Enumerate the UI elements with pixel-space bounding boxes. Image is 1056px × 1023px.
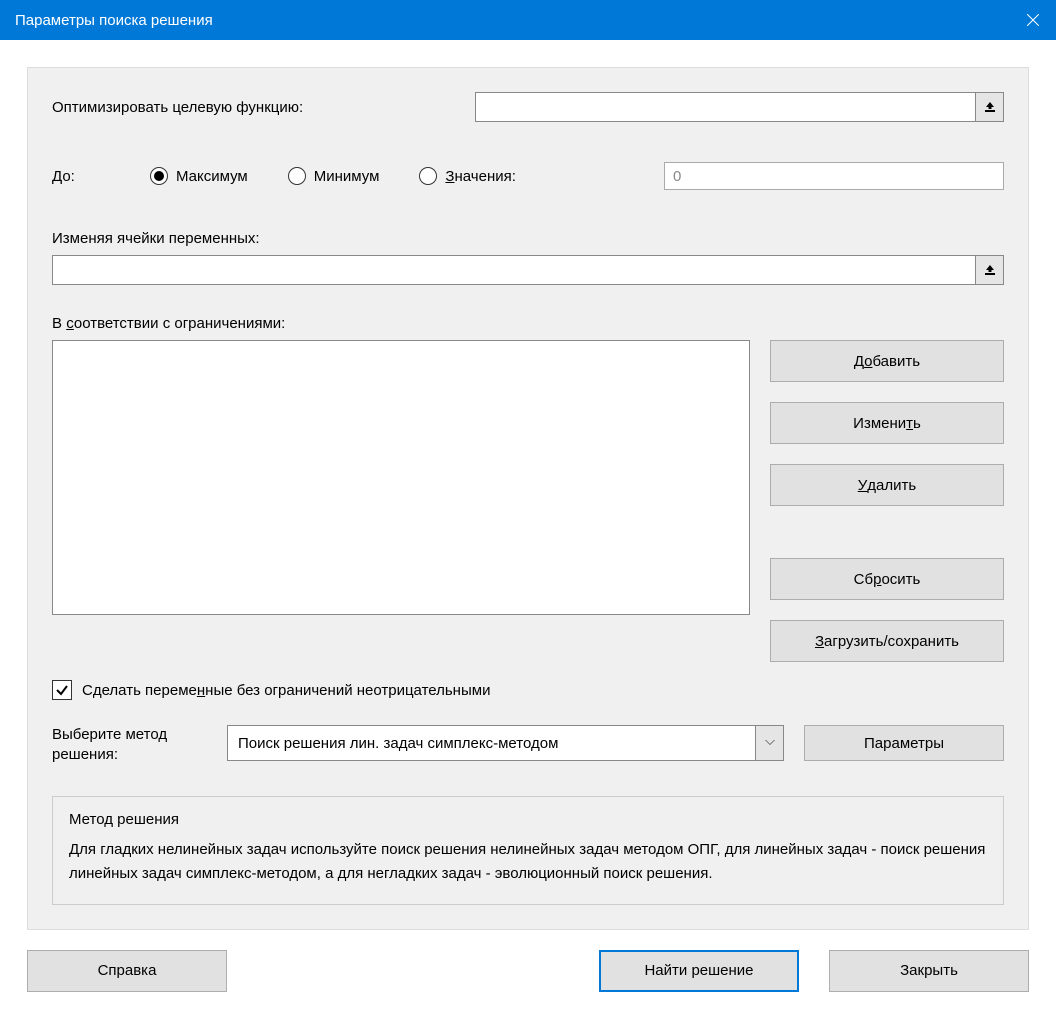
params-button[interactable]: Параметры	[804, 725, 1004, 761]
method-select[interactable]: Поиск решения лин. задач симплекс-методо…	[227, 725, 784, 761]
radio-value[interactable]: Значения:	[419, 167, 515, 185]
radio-icon	[419, 167, 437, 185]
help-button[interactable]: Справка	[27, 950, 227, 992]
collapse-dialog-icon	[984, 101, 996, 113]
method-label: Выберите метод решения:	[52, 725, 207, 766]
radio-max-label: Максимум	[176, 168, 248, 185]
method-help-body: Для гладких нелинейных задач используйте…	[69, 838, 987, 886]
method-help-title: Метод решения	[69, 811, 987, 828]
vars-ref-button[interactable]	[976, 255, 1004, 285]
radio-min[interactable]: Минимум	[288, 167, 380, 185]
to-label: До:	[52, 168, 142, 185]
checkmark-icon	[55, 683, 69, 697]
add-button[interactable]: Добавить	[770, 340, 1004, 382]
radio-max[interactable]: Максимум	[150, 167, 248, 185]
radio-icon	[288, 167, 306, 185]
to-value-input[interactable]	[664, 162, 1004, 190]
vars-input[interactable]	[52, 255, 976, 285]
objective-label: Оптимизировать целевую функцию:	[52, 99, 467, 116]
chevron-down-icon	[765, 740, 775, 746]
reset-button[interactable]: Сбросить	[770, 558, 1004, 600]
to-radio-group: Максимум Минимум Значения:	[150, 167, 656, 185]
titlebar-title: Параметры поиска решения	[15, 12, 213, 29]
close-icon	[1027, 14, 1039, 26]
method-help-box: Метод решения Для гладких нелинейных зад…	[52, 796, 1004, 905]
nonneg-label: Сделать переменные без ограничений неотр…	[82, 682, 490, 699]
titlebar: Параметры поиска решения	[0, 0, 1056, 40]
objective-ref-button[interactable]	[976, 92, 1004, 122]
constraints-list[interactable]	[52, 340, 750, 615]
collapse-dialog-icon	[984, 264, 996, 276]
change-button[interactable]: Изменить	[770, 402, 1004, 444]
radio-value-label: Значения:	[445, 168, 515, 185]
load-save-button[interactable]: Загрузить/сохранить	[770, 620, 1004, 662]
delete-button[interactable]: Удалить	[770, 464, 1004, 506]
method-select-dropdown[interactable]	[756, 725, 784, 761]
method-select-value: Поиск решения лин. задач симплекс-методо…	[227, 725, 756, 761]
constraints-label: В соответствии с ограничениями:	[52, 315, 1004, 332]
radio-min-label: Минимум	[314, 168, 380, 185]
nonneg-checkbox[interactable]	[52, 680, 72, 700]
close-button[interactable]	[1010, 0, 1056, 40]
objective-input[interactable]	[475, 92, 976, 122]
solve-button[interactable]: Найти решение	[599, 950, 799, 992]
close-dialog-button[interactable]: Закрыть	[829, 950, 1029, 992]
radio-icon	[150, 167, 168, 185]
vars-label: Изменяя ячейки переменных:	[52, 230, 1004, 247]
